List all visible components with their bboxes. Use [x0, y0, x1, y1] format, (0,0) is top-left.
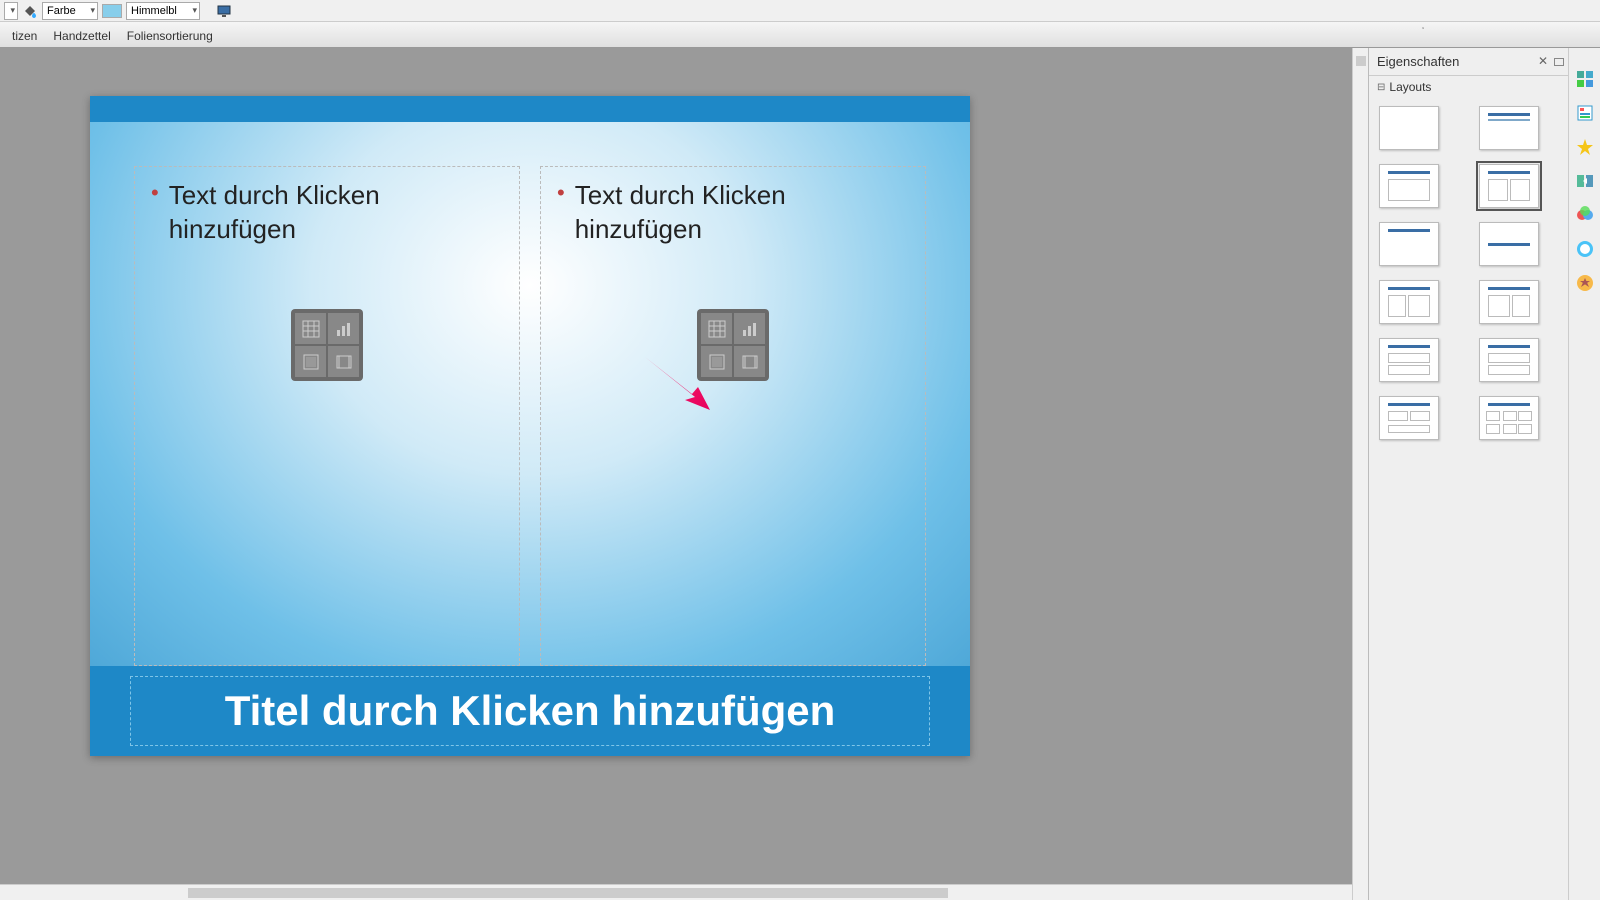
top-toolbar: Farbe Himmelbl ¸: [0, 0, 1600, 22]
gallery-icon[interactable]: [1574, 204, 1596, 226]
slide-title-area: Titel durch Klicken hinzufügen: [90, 666, 970, 756]
color-mode-select[interactable]: Farbe: [42, 2, 98, 20]
layout-title-content[interactable]: [1379, 164, 1439, 208]
color-swatch[interactable]: [102, 4, 122, 18]
paint-bucket-icon[interactable]: [22, 3, 38, 19]
panel-title-text: Eigenschaften: [1377, 54, 1459, 69]
insert-content-grid[interactable]: [291, 309, 363, 381]
view-tab-foliensortierung[interactable]: Foliensortierung: [119, 25, 221, 47]
layout-two-content[interactable]: [1479, 164, 1539, 208]
properties-panel: Eigenschaften ✕ Layouts: [1368, 48, 1568, 900]
slide-header-bar: [90, 96, 970, 122]
layout-obj-text[interactable]: [1479, 280, 1539, 324]
layout-four-obj[interactable]: [1379, 396, 1439, 440]
horizontal-scrollbar[interactable]: [0, 884, 1352, 900]
layout-title[interactable]: [1479, 106, 1539, 150]
view-tab-notizen[interactable]: tizen: [4, 25, 45, 47]
overflow-indicator: ¸: [1422, 19, 1425, 30]
insert-image-icon[interactable]: [701, 346, 732, 377]
slide-canvas[interactable]: Text durch Klicken hinzufügen Text durch…: [0, 48, 1368, 900]
insert-chart-icon[interactable]: [734, 313, 765, 344]
insert-content-grid[interactable]: [697, 309, 769, 381]
view-tab-handzettel[interactable]: Handzettel: [45, 25, 118, 47]
insert-movie-icon[interactable]: [328, 346, 359, 377]
masters-icon[interactable]: [1574, 102, 1596, 124]
vertical-scrollbar[interactable]: [1352, 48, 1368, 900]
insert-chart-icon[interactable]: [328, 313, 359, 344]
insert-table-icon[interactable]: [701, 313, 732, 344]
panel-title: Eigenschaften ✕: [1369, 48, 1568, 76]
title-placeholder-text: Titel durch Klicken hinzufügen: [225, 687, 836, 735]
content-placeholder-right[interactable]: Text durch Klicken hinzufügen: [540, 166, 926, 666]
layout-two-obj[interactable]: [1379, 280, 1439, 324]
animation-icon[interactable]: [1574, 136, 1596, 158]
layout-gallery: [1369, 98, 1568, 448]
toolbar-dropdown[interactable]: [4, 2, 18, 20]
transition-icon[interactable]: [1574, 170, 1596, 192]
layout-title-only[interactable]: [1379, 222, 1439, 266]
layout-two-text[interactable]: [1379, 338, 1439, 382]
insert-table-icon[interactable]: [295, 313, 326, 344]
layout-blank[interactable]: [1379, 106, 1439, 150]
dock-icon[interactable]: [1554, 58, 1564, 66]
layout-six-obj[interactable]: [1479, 396, 1539, 440]
layout-title-2rows[interactable]: [1479, 338, 1539, 382]
slide-body: Text durch Klicken hinzufügen Text durch…: [90, 122, 970, 666]
styles-icon[interactable]: [1574, 272, 1596, 294]
insert-image-icon[interactable]: [295, 346, 326, 377]
placeholder-text: Text durch Klicken hinzufügen: [169, 179, 503, 247]
insert-movie-icon[interactable]: [734, 346, 765, 377]
navigator-icon[interactable]: [1574, 238, 1596, 260]
close-icon[interactable]: ✕: [1538, 54, 1548, 68]
slide: Text durch Klicken hinzufügen Text durch…: [90, 96, 970, 756]
sidebar-deck: [1568, 48, 1600, 900]
content-placeholder-left[interactable]: Text durch Klicken hinzufügen: [134, 166, 520, 666]
layouts-section-header[interactable]: Layouts: [1369, 76, 1568, 98]
layout-centered[interactable]: [1479, 222, 1539, 266]
color-name-select[interactable]: Himmelbl: [126, 2, 200, 20]
properties-icon[interactable]: [1574, 68, 1596, 90]
placeholder-text: Text durch Klicken hinzufügen: [575, 179, 909, 247]
title-placeholder[interactable]: Titel durch Klicken hinzufügen: [130, 676, 930, 746]
monitor-icon[interactable]: [216, 3, 232, 19]
view-tabs: tizen Handzettel Foliensortierung: [0, 22, 1600, 48]
